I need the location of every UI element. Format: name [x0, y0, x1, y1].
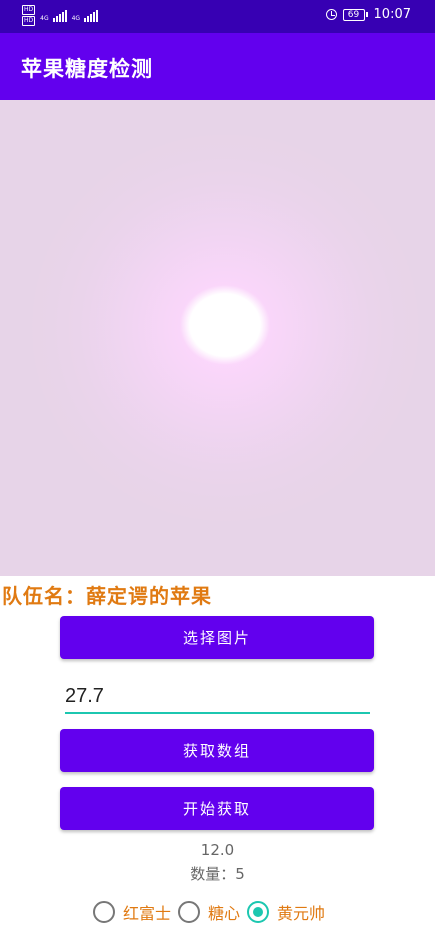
radio-tangxin[interactable]: 糖心 [178, 900, 240, 924]
app-bar: 苹果糖度检测 [0, 33, 435, 100]
result-value: 12.0 [200, 841, 235, 859]
start-button[interactable]: 开始获取 [60, 787, 374, 830]
variety-radio-group: 红富士 糖心 黄元帅 [93, 900, 332, 924]
result-count: 数量：5 [190, 865, 245, 883]
team-name-label: 队伍名：薛定谔的苹果 [2, 584, 212, 608]
app-title: 苹果糖度检测 [21, 57, 153, 81]
radio-unchecked-icon[interactable] [178, 901, 201, 923]
radio-label: 糖心 [208, 904, 241, 923]
radio-hongfushi[interactable]: 红富士 [93, 900, 171, 924]
status-bar: HD HD 4G 4G 69 10:07 [0, 0, 435, 33]
signal-bars-icon [52, 9, 67, 22]
hd-badge: HD [22, 16, 36, 26]
signal-bars-icon [84, 9, 99, 22]
signal-2: 4G [71, 9, 99, 22]
status-right: 69 10:07 [325, 7, 411, 22]
alarm-icon [325, 9, 337, 20]
apple-image [0, 100, 435, 576]
battery-level: 69 [342, 8, 365, 21]
network-indicators: HD HD 4G 4G [22, 5, 99, 26]
radio-huangyuanshuai[interactable]: 黄元帅 [247, 900, 325, 924]
radio-label: 红富士 [123, 904, 172, 923]
hd-badge: HD [22, 5, 36, 15]
get-array-button[interactable]: 获取数组 [60, 729, 374, 772]
clock: 10:07 [373, 7, 411, 22]
radio-unchecked-icon[interactable] [93, 901, 115, 923]
signal-1: 4G [40, 9, 67, 22]
network-type: 4G [40, 14, 49, 22]
select-image-button[interactable]: 选择图片 [60, 616, 374, 659]
radio-label: 黄元帅 [277, 904, 326, 923]
value-input[interactable] [65, 680, 370, 714]
radio-checked-icon[interactable] [247, 901, 270, 923]
network-type: 4G [71, 14, 81, 22]
battery-icon: 69 [342, 8, 368, 21]
